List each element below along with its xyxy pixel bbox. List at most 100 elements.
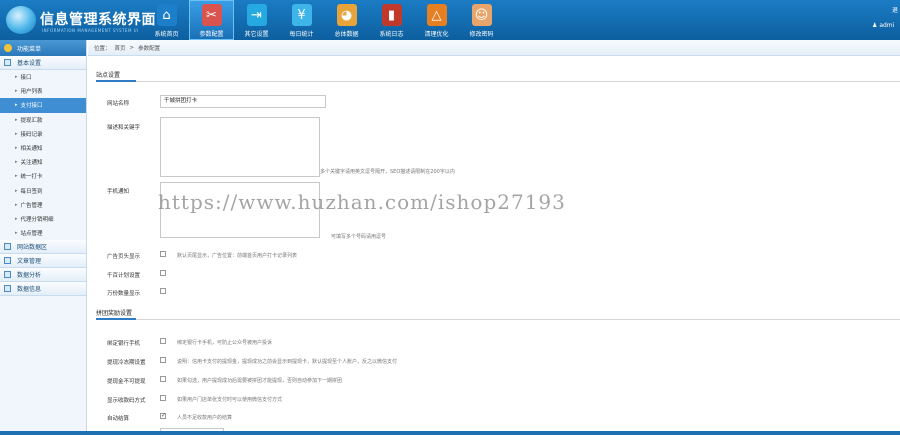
breadcrumb: 位置： 首页 > 参数配置 [88,40,900,56]
top-nav: ⌂ 系统首页 ✂ 参数配置 ⇥ 其它设置 ¥ 每日统计 ◕ 总体数据 ▮ 系统日志 △ 清理优化 ☺ 修改密码 [144,0,504,40]
breadcrumb-part[interactable]: 首页 [115,44,126,52]
reward-row-checkbox[interactable] [160,357,166,363]
nav-label: 参数配置 [199,31,224,38]
reward-row-label: 提现冷冻期设置 [107,360,146,366]
user-name-text: admi [879,22,895,29]
desc-hint: 多个关键字请用英文逗号隔开，SEO描述请限制在200字以内 [320,169,455,175]
reward-row-hint: 说明：信用卡支付的提现金，提现成功之前会显示到提现卡，默认提现至个人账户，反之以… [177,359,398,365]
nav-item-2[interactable]: ⇥ 其它设置 [234,0,279,40]
nav-item-1[interactable]: ✂ 参数配置 [189,0,234,40]
exit-icon: ⇥ [246,4,267,26]
quantity-label: 万份数量显示 [107,291,141,297]
home-icon: ⌂ [156,4,177,26]
nav-label: 每日统计 [289,31,314,38]
nav-label: 清理优化 [424,31,449,38]
nav-item-5[interactable]: ▮ 系统日志 [369,0,414,40]
reward-row-hint: 人员不足收款用户的结算 [177,415,233,421]
sidebar-section-label: 数据分析 [17,272,42,280]
sidebar-item-9[interactable]: 广告管理 [0,198,86,212]
sidebar-section-label: 网站数据区 [17,244,48,252]
reward-row-label: 自动结算 [107,416,130,422]
folder-icon [4,59,11,66]
app-title: 信息管理系统界面 [40,11,156,27]
globe-logo-icon [6,6,36,34]
nav-item-0[interactable]: ⌂ 系统首页 [144,0,189,40]
sidebar-section-0[interactable]: 基本设置 [0,56,86,70]
desc-label: 描述和关键字 [107,125,141,131]
sidebar-item-1[interactable]: 用户列表 [0,84,86,98]
section-reward-settings: 拼团奖励设置 [96,308,900,320]
reward-row-hint: 绑定银行卡手机，可防止公众号被用户投诉 [177,340,273,346]
reward-row-hint: 如果用户门店单张支付时可以使用微信支付方式 [177,397,283,403]
breadcrumb-part: 位置： [94,45,111,52]
sidebar-section-4[interactable]: 数据信息 [0,282,86,297]
tools-icon: ✂ [201,4,222,26]
bottom-bar [0,431,900,435]
mobile-hint: 可填写多个号码请用逗号 [331,234,387,240]
sidebar-item-0[interactable]: 接口 [0,70,86,84]
sidebar-item-5[interactable]: 相关通知 [0,141,86,155]
sidebar-item-8[interactable]: 每日签到 [0,184,86,198]
reward-row-checkbox[interactable] [160,395,166,401]
breadcrumb-part: 参数配置 [138,45,161,52]
nav-label: 其它设置 [244,31,269,38]
site-name-label: 网站名称 [107,101,130,107]
reward-row-checkbox[interactable] [160,376,166,382]
folder-icon [4,271,11,279]
nav-item-6[interactable]: △ 清理优化 [414,0,459,40]
sidebar-item-3[interactable]: 提现汇款 [0,113,86,127]
reward-row-checkbox[interactable] [160,412,166,419]
sidebar-section-label: 文章管理 [17,258,42,266]
desc-textarea[interactable] [160,117,320,177]
ad-checkbox[interactable] [160,251,166,257]
nav-label: 总体数据 [334,31,359,38]
pie-chart-icon: ◕ [336,4,357,26]
site-name-input[interactable]: 千城拼团打卡 [160,95,326,108]
nav-item-7[interactable]: ☺ 修改密码 [459,0,504,40]
section-site-settings: 站点设置 [96,70,900,82]
mobile-textarea[interactable] [160,182,320,238]
top-header: 信息管理系统界面 INFORMATION MANAGEMENT SYSTEM U… [0,0,900,40]
nav-label: 系统首页 [154,31,179,38]
reward-row-checkbox[interactable] [160,338,166,344]
user-icon: ☺ [471,4,492,26]
sidebar-section-2[interactable]: 文章管理 [0,254,86,269]
sidebar-item-7[interactable]: 统一打卡 [0,169,86,183]
sidebar-section-label: 数据信息 [17,286,42,294]
nav-item-3[interactable]: ¥ 每日统计 [279,0,324,40]
sidebar-quick-menu[interactable]: 功能菜单 [0,40,86,56]
user-name[interactable]: ♟ admi [872,22,894,29]
nav-label: 修改密码 [469,31,494,38]
sidebar-section-1[interactable]: 网站数据区 [0,240,86,255]
reward-row-label: 提现金不可提现 [107,379,146,385]
sidebar-item-4[interactable]: 接码记录 [0,127,86,141]
menu-icon [4,44,12,52]
reward-row-label: 绑定银行手机 [107,341,141,347]
folder-icon [4,257,11,265]
plan-checkbox[interactable] [160,270,166,276]
nav-item-4[interactable]: ◕ 总体数据 [324,0,369,40]
sidebar-item-2[interactable]: 支付接口 [0,98,86,113]
sidebar-item-6[interactable]: 关注通知 [0,155,86,169]
triangle-icon: △ [426,4,447,26]
sidebar-quick-label: 功能菜单 [17,45,42,53]
app-subtitle: INFORMATION MANAGEMENT SYSTEM UI [42,28,139,33]
nav-label: 系统日志 [379,31,404,38]
plan-label: 千百计划设置 [107,273,141,279]
ad-label: 广告页头显示 [107,254,141,260]
main-content: 位置： 首页 > 参数配置 站点设置 网站名称 千城拼团打卡 描述和关键字 多个关键字… [88,40,900,435]
folder-icon [4,243,11,251]
mobile-label: 手机通知 [107,189,130,195]
book-icon: ▮ [381,4,402,26]
logout-link[interactable]: 退 [892,5,898,14]
coin-icon: ¥ [291,4,312,26]
sidebar: 功能菜单 基本设置接口用户列表支付接口提现汇款接码记录相关通知关注通知统一打卡每… [0,40,87,435]
ad-hint: 默认页尾显示，广告位置：前端首页用户打卡记录列表 [177,253,298,259]
sidebar-item-11[interactable]: 站点管理 [0,226,86,240]
breadcrumb-part: > [129,44,135,51]
user-icon: ♟ [872,22,878,29]
sidebar-item-10[interactable]: 代理分销明细 [0,212,86,226]
sidebar-section-3[interactable]: 数据分析 [0,268,86,283]
reward-row-label: 显示收款码方式 [107,398,146,404]
quantity-checkbox[interactable] [160,288,166,294]
